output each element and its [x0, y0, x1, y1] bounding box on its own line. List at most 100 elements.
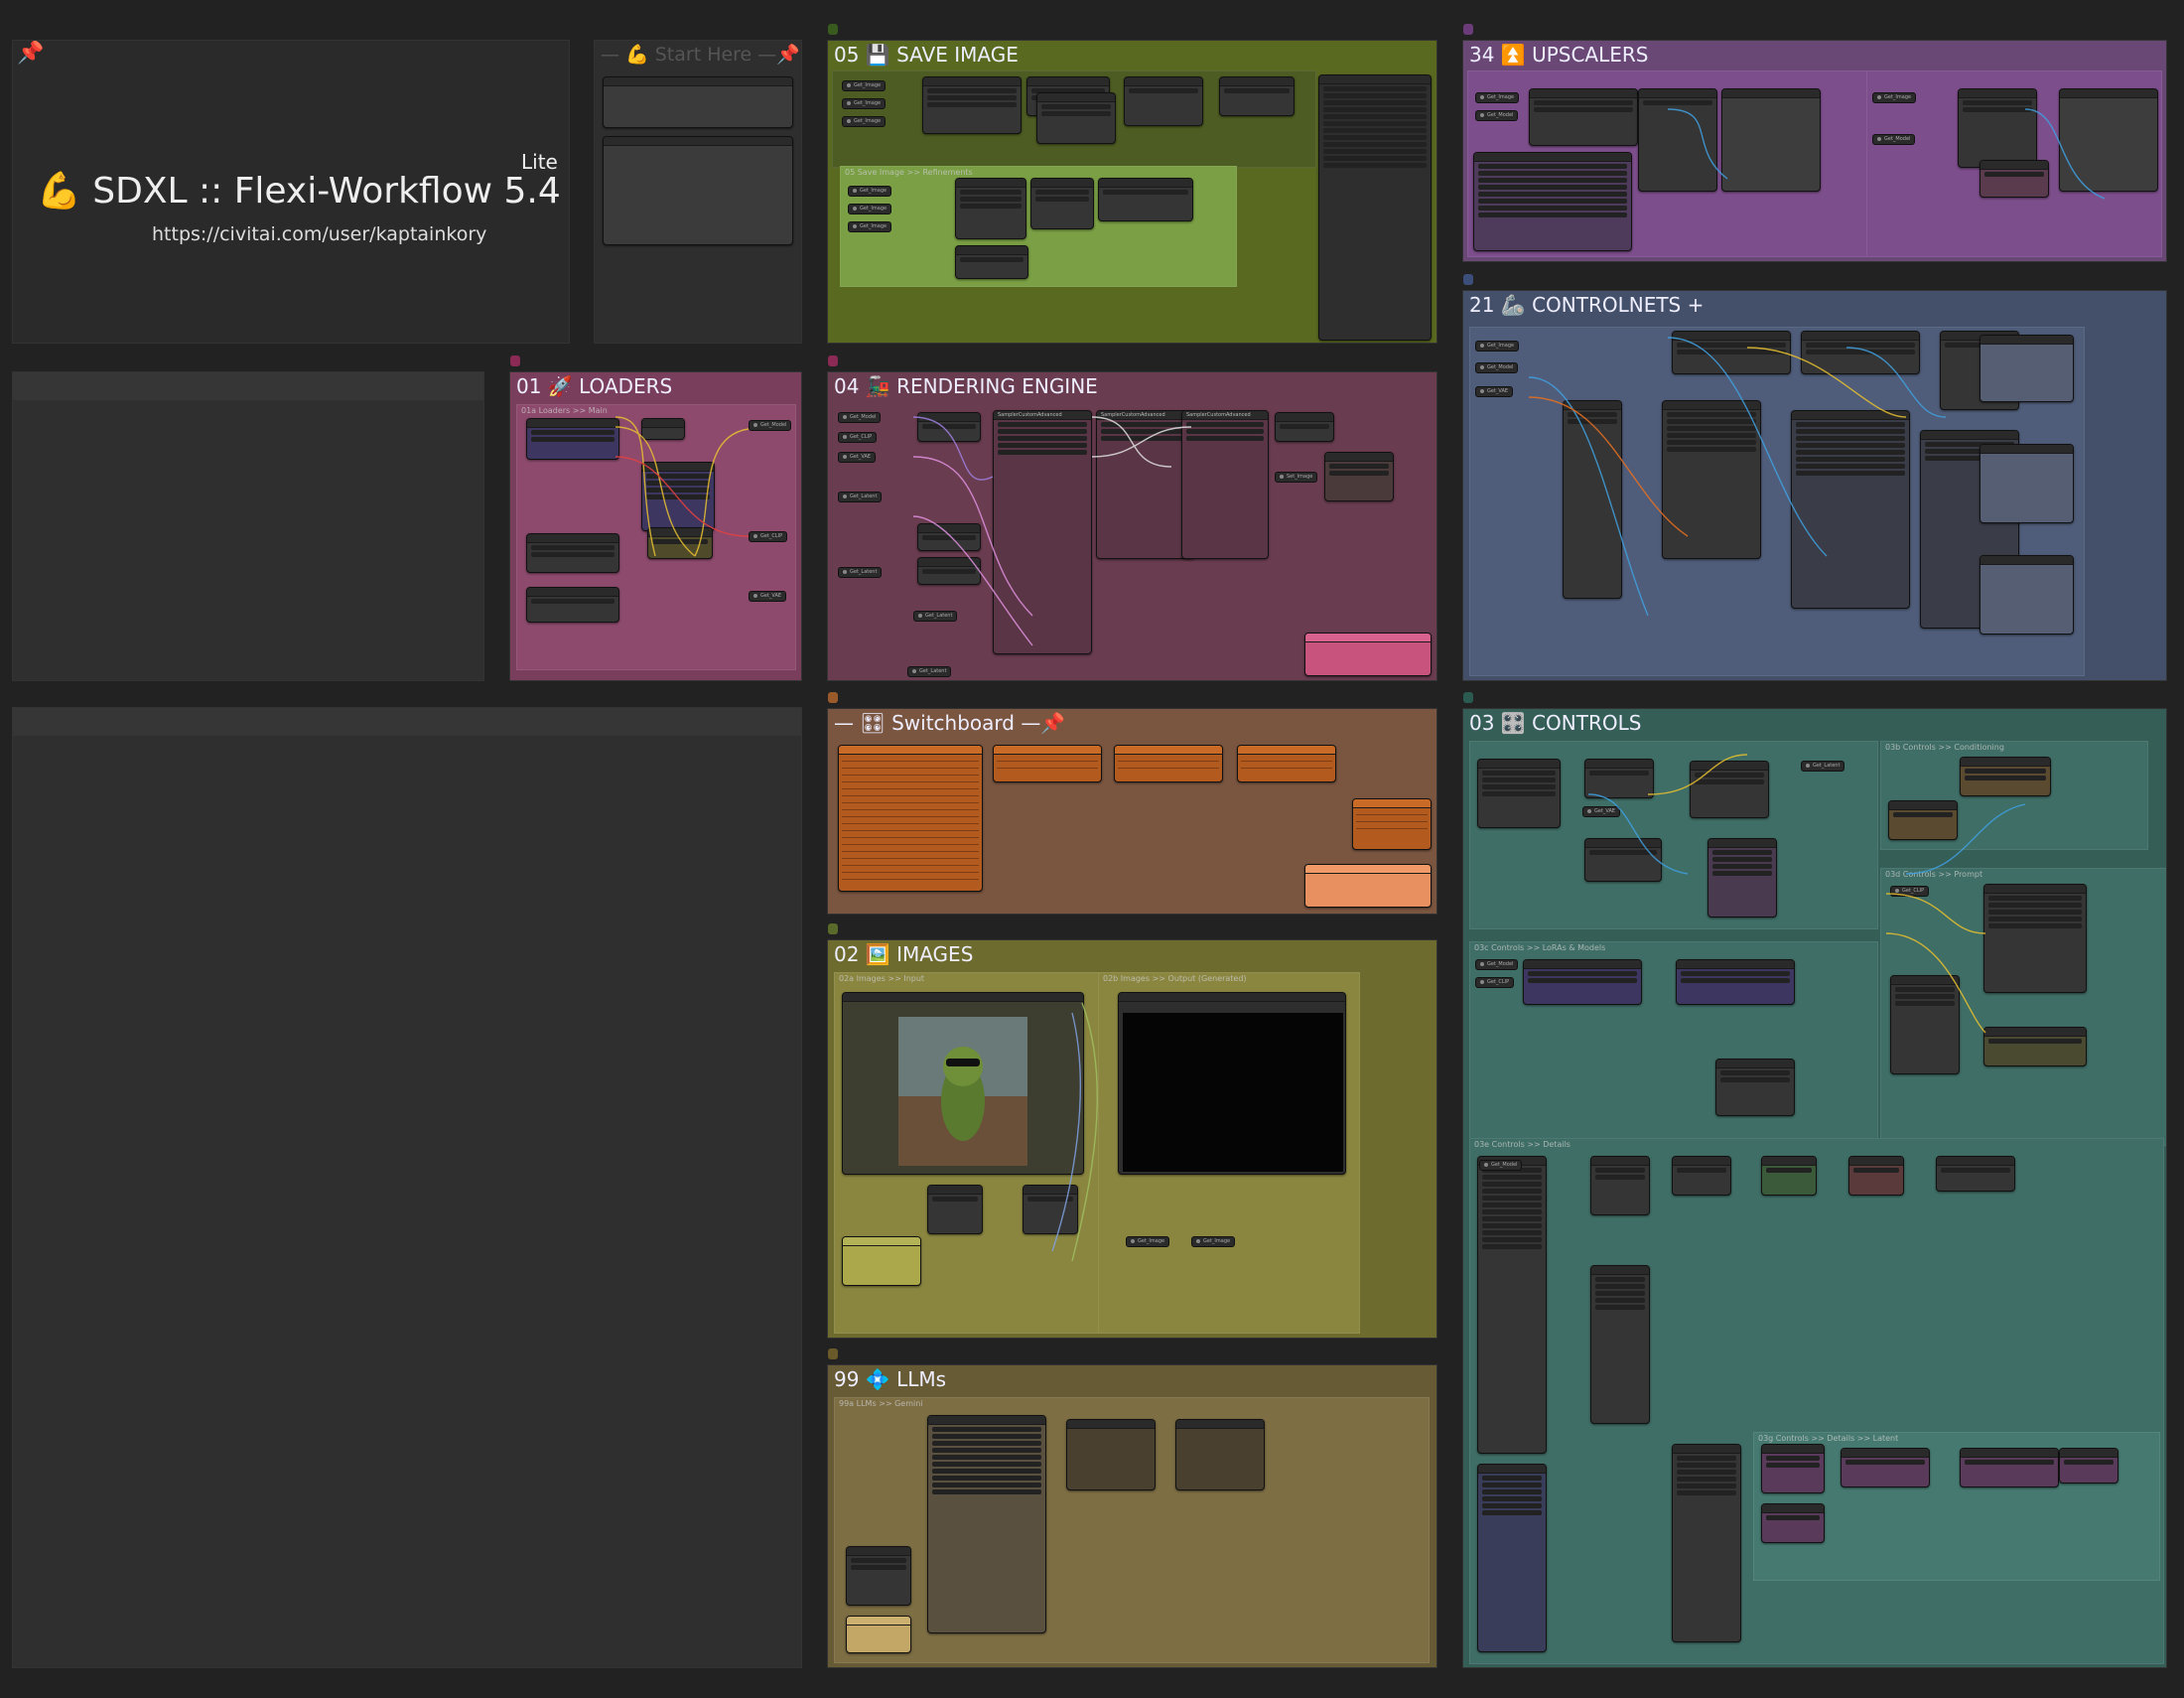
ctrl-get-latent[interactable]: Get_Latent	[1801, 761, 1845, 772]
llm-node-d[interactable]	[846, 1546, 911, 1606]
load-image-node[interactable]	[842, 992, 1084, 1175]
up-pill-1[interactable]: Get_Image	[1475, 92, 1520, 103]
set-clip-pill[interactable]: Get_CLIP	[749, 531, 788, 542]
group-switchboard[interactable]: — 🎛 Switchboard —📌	[827, 708, 1437, 915]
empty-panel-top[interactable]	[12, 371, 484, 681]
group-images[interactable]: 02 🖼️ IMAGES 02a Images >> Input 02b Ima…	[827, 939, 1437, 1339]
detail-node-6[interactable]	[1936, 1156, 2015, 1192]
render-note[interactable]	[1304, 633, 1432, 676]
switch-b[interactable]	[993, 745, 1102, 782]
save-node-d[interactable]	[1124, 76, 1203, 126]
detail-node-7[interactable]	[1590, 1265, 1650, 1424]
detail-get-model[interactable]: Get_Model	[1479, 1160, 1523, 1171]
ctrl-node-a[interactable]	[1477, 759, 1561, 828]
save-main-node[interactable]	[1318, 74, 1432, 341]
ctrl-node-c[interactable]	[1690, 761, 1769, 818]
cn-node-b[interactable]	[1801, 331, 1920, 374]
detail-node-14[interactable]	[1761, 1503, 1825, 1543]
group-controls[interactable]: 03 🎛️ CONTROLS 03b Controls >> Condition…	[1462, 708, 2167, 1668]
loader-small-1[interactable]	[641, 418, 685, 440]
lora-node-b[interactable]	[1676, 959, 1795, 1005]
group-rendering[interactable]: 04 🚂 RENDERING ENGINE SamplerCustomAdvan…	[827, 371, 1437, 681]
detail-node-5[interactable]	[1848, 1156, 1904, 1196]
refine-pill-1[interactable]: Get_Image	[848, 186, 892, 197]
refine-node-b[interactable]	[1030, 178, 1094, 229]
detail-node-8[interactable]	[1477, 1464, 1547, 1652]
detail-node-3[interactable]	[1672, 1156, 1731, 1196]
images-get-image-1[interactable]: Get_Image	[1126, 1236, 1170, 1247]
set-vae-pill[interactable]: Get_VAE	[749, 591, 787, 602]
cn-node-h[interactable]	[1979, 335, 2074, 402]
ctrl-node-d[interactable]	[1707, 838, 1777, 918]
up-node-a[interactable]	[1529, 88, 1638, 146]
render-get-vae[interactable]: Get_VAE	[838, 452, 877, 463]
up-node-d[interactable]	[1473, 152, 1632, 251]
detail-node-9[interactable]	[1672, 1444, 1741, 1642]
up-node-e[interactable]	[1958, 88, 2037, 168]
cn-node-e[interactable]	[1662, 400, 1761, 559]
prompt-get-clip[interactable]: Get_CLIP	[1890, 886, 1930, 897]
lora-node-a[interactable]	[1523, 959, 1642, 1005]
up-node-b[interactable]	[1638, 88, 1717, 192]
refine-node-c[interactable]	[1098, 178, 1193, 221]
loader-node-mid[interactable]	[641, 462, 715, 531]
render-right-2[interactable]	[1324, 452, 1394, 501]
save-node-a[interactable]	[922, 76, 1022, 134]
detail-node-2[interactable]	[1590, 1156, 1650, 1215]
refine-node-a[interactable]	[955, 178, 1026, 239]
images-node-b[interactable]	[927, 1185, 983, 1234]
cond-node-b[interactable]	[1888, 800, 1958, 840]
render-small-1[interactable]	[917, 412, 981, 442]
switch-e[interactable]	[1352, 798, 1432, 850]
switch-note[interactable]	[1304, 864, 1432, 908]
render-small-3[interactable]	[917, 557, 981, 585]
up-node-c[interactable]	[1721, 88, 1821, 192]
up-node-g[interactable]	[1979, 160, 2049, 198]
get-image-pill-2[interactable]: Get_Image	[842, 98, 887, 109]
render-small-2[interactable]	[917, 523, 981, 551]
save-node-c[interactable]	[1036, 92, 1116, 144]
ctrl-node-e[interactable]	[1584, 838, 1662, 882]
group-llms[interactable]: 99 💠 LLMs 99a LLMs >> Gemini	[827, 1364, 1437, 1668]
clip-node[interactable]	[647, 527, 713, 559]
detail-node-4[interactable]	[1761, 1156, 1817, 1196]
detail-node-11[interactable]	[1841, 1448, 1930, 1487]
lora-get-model[interactable]: Get_Model	[1475, 959, 1519, 970]
refine-pill-3[interactable]: Get_Image	[848, 221, 892, 232]
images-node-c[interactable]	[1023, 1185, 1078, 1234]
switch-c[interactable]	[1114, 745, 1223, 782]
cn-node-a[interactable]	[1672, 331, 1791, 374]
title-panel[interactable]: 📌 💪 SDXL :: Flexi-Workflow 5.4 Lite http…	[12, 40, 570, 344]
render-right-1[interactable]	[1275, 412, 1334, 442]
cond-node-a[interactable]	[1960, 757, 2051, 796]
sampler-node-2[interactable]: SamplerCustomAdvanced	[1096, 410, 1195, 559]
render-get-clip[interactable]: Get_CLIP	[838, 432, 878, 443]
group-save-image[interactable]: 05 💾 SAVE IMAGE Get_Image Get_Image Get_…	[827, 40, 1437, 344]
up-pill-4[interactable]: Get_Model	[1872, 134, 1916, 145]
vae-loader[interactable]	[526, 587, 619, 623]
cn-node-j[interactable]	[1979, 555, 2074, 635]
preview-image-node[interactable]	[1118, 992, 1346, 1175]
detail-node-1[interactable]	[1477, 1156, 1547, 1454]
ctrl-get-vae[interactable]: Get_VAE	[1582, 806, 1621, 817]
detail-node-10[interactable]	[1761, 1444, 1825, 1493]
refine-node-d[interactable]	[955, 245, 1028, 279]
llm-note[interactable]	[846, 1616, 911, 1653]
pin-icon[interactable]: 📌	[17, 41, 44, 66]
render-set-image[interactable]: Set_Image	[1275, 472, 1318, 483]
lora-node-c[interactable]	[1715, 1059, 1795, 1116]
refine-pill-2[interactable]: Get_Image	[848, 204, 892, 214]
detail-node-12[interactable]	[1960, 1448, 2059, 1487]
start-note-1[interactable]	[603, 76, 793, 128]
images-node-a[interactable]	[842, 1236, 921, 1286]
detail-node-13[interactable]	[2059, 1448, 2118, 1484]
get-image-pill-1[interactable]: Get_Image	[842, 80, 887, 91]
cn-pill-3[interactable]: Get_VAE	[1475, 386, 1514, 397]
switch-d[interactable]	[1237, 745, 1336, 782]
prompt-positive[interactable]	[1983, 884, 2087, 993]
render-get-latent-2[interactable]: Get_Latent	[838, 567, 883, 578]
render-pill-a[interactable]: Get_Latent	[913, 611, 958, 622]
cn-pill-2[interactable]: Get_Model	[1475, 362, 1519, 373]
render-get-model[interactable]: Get_Model	[838, 412, 882, 423]
group-controlnets[interactable]: 21 🦾 CONTROLNETS + Get_Image Get_Model G…	[1462, 290, 2167, 681]
